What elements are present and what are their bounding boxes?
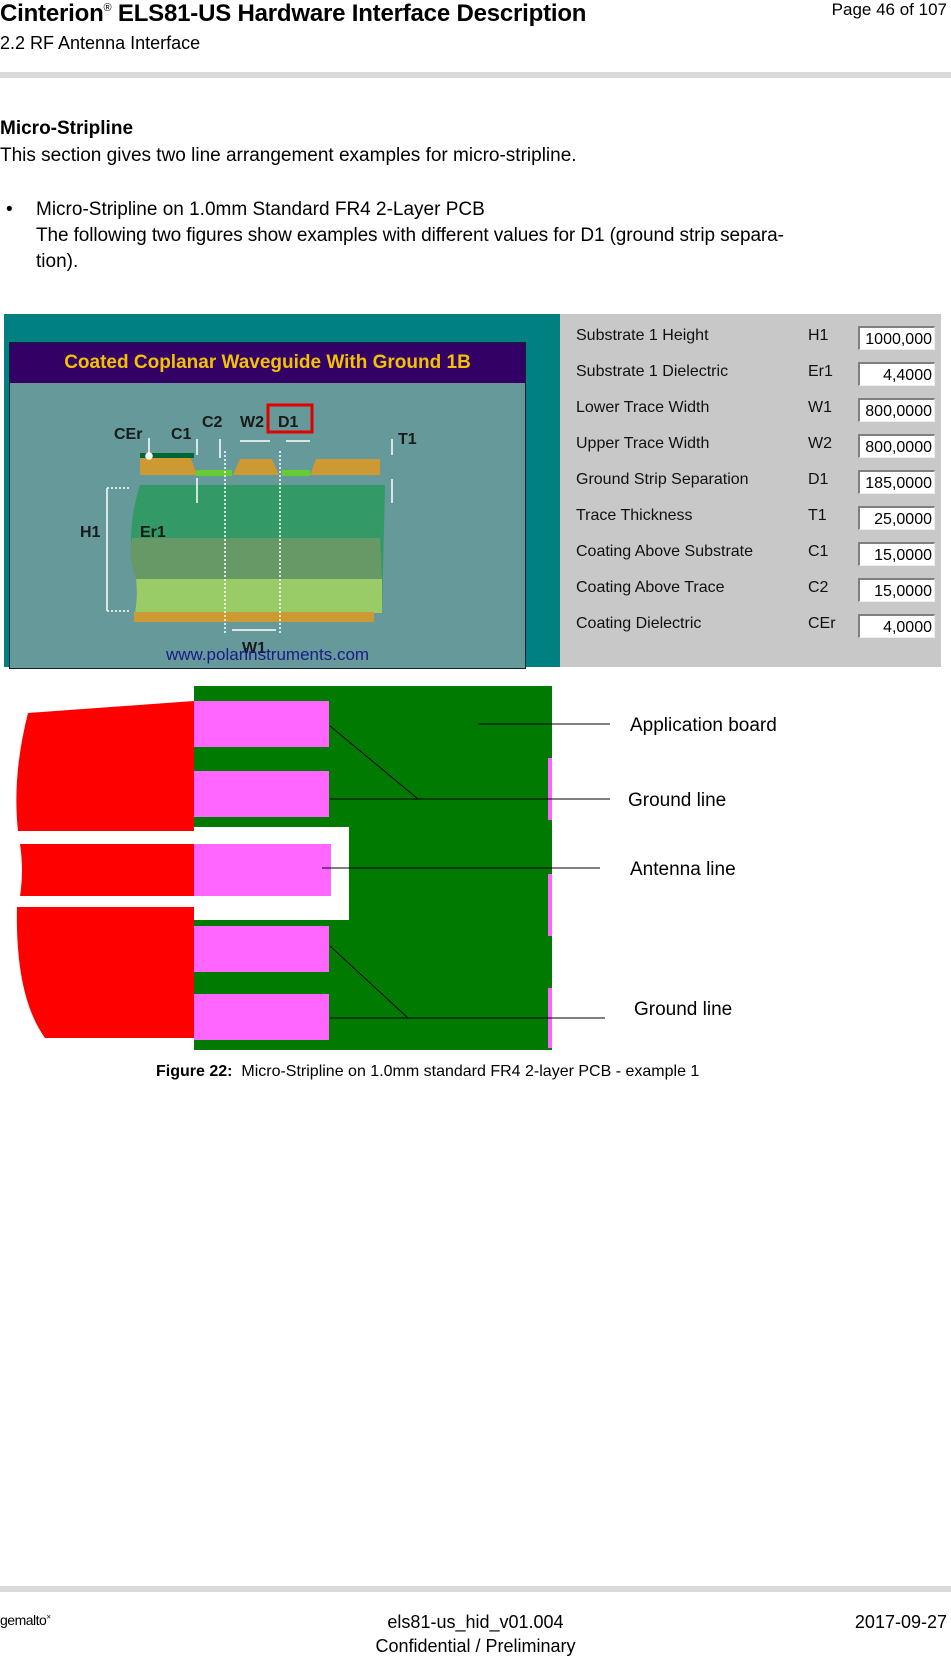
right-ground-strip	[310, 459, 380, 475]
label-c2: C2	[202, 414, 223, 431]
ground-pad-3	[194, 926, 329, 972]
parameter-label: Upper Trace Width	[576, 435, 710, 452]
signal-trace	[233, 459, 279, 475]
edge-pad-2	[548, 874, 552, 936]
parameter-value-field[interactable]: 4,0000	[858, 614, 935, 638]
parameter-value-field[interactable]: 800,0000	[858, 434, 935, 458]
parameter-symbol: C1	[808, 543, 829, 560]
parameter-symbol: W2	[808, 435, 832, 452]
parameter-row: Trace Thickness T1 25,0000	[560, 504, 941, 540]
parameter-row: Coating Above Trace C2 15,0000	[560, 576, 941, 612]
parameter-value-field[interactable]: 15,0000	[858, 542, 935, 566]
parameter-value-field[interactable]: 4,4000	[858, 362, 935, 386]
parameter-symbol: Er1	[808, 363, 833, 380]
diagram-panel: Coated Coplanar Waveguide With Ground 1B	[9, 342, 526, 669]
label-h1: H1	[80, 524, 101, 541]
ground-pad-2	[194, 771, 329, 817]
parameter-value-field[interactable]: 15,0000	[858, 578, 935, 602]
module-middle	[20, 844, 194, 896]
confidentiality-note: Confidential / Preliminary	[375, 1636, 576, 1656]
gap-coating-right	[282, 470, 310, 476]
parameter-value-field[interactable]: 25,0000	[858, 506, 935, 530]
title-rest: ELS81-US Hardware Interface Description	[111, 0, 587, 27]
bullet-marker: •	[6, 199, 13, 220]
parameter-symbol: CEr	[808, 615, 836, 632]
caption-label: Figure 22:	[156, 1063, 233, 1080]
waveguide-cross-section: CEr C1 C2 W2 D1 T1 H1 Er1 W1	[80, 403, 417, 657]
module-top	[16, 701, 195, 831]
pcb-layout-illustration: Application board Ground line Antenna li…	[16, 686, 777, 1050]
parameter-label: Substrate 1 Dielectric	[576, 363, 729, 380]
parameter-row: Lower Trace Width W1 800,0000	[560, 396, 941, 432]
figure-caption: Figure 22: Micro-Stripline on 1.0mm stan…	[156, 1063, 699, 1081]
label-t1: T1	[398, 431, 417, 448]
polar-url: www.polarinstruments.com	[165, 645, 370, 664]
bullet-text: The following two figures show examples …	[36, 225, 784, 246]
chapter-subtitle: 2.2 RF Antenna Interface	[0, 33, 201, 53]
antenna-pad	[194, 844, 331, 896]
parameter-label: Lower Trace Width	[576, 399, 710, 416]
label-er1: Er1	[140, 524, 166, 541]
bottom-ground-plane	[134, 612, 374, 622]
header-divider	[0, 72, 951, 78]
label-c1: C1	[171, 426, 192, 443]
parameter-label: Coating Dielectric	[576, 615, 702, 632]
document-title: Cinterion® ELS81-US Hardware Interface D…	[0, 0, 586, 28]
parameter-value-field[interactable]: 1000,000	[858, 326, 935, 350]
document-date: 2017-09-27	[854, 1612, 947, 1632]
gap-coating	[196, 470, 232, 476]
label-ground-line-bottom: Ground line	[634, 999, 732, 1020]
page-number: Page 46 of 107	[831, 0, 947, 19]
polar-calculator-diagram: Coated Coplanar Waveguide With Ground 1B	[4, 314, 560, 669]
parameter-label: Trace Thickness	[576, 507, 693, 524]
parameter-row: Coating Dielectric CEr 4,0000	[560, 612, 941, 648]
parameter-row: Substrate 1 Height H1 1000,000	[560, 324, 941, 360]
substrate-lower-layer	[135, 579, 382, 613]
section-intro: This section gives two line arrangement …	[0, 145, 577, 166]
parameter-symbol: H1	[808, 327, 829, 344]
parameter-symbol: D1	[808, 471, 829, 488]
parameter-label: Ground Strip Separation	[576, 471, 749, 488]
label-ground-line-top: Ground line	[628, 790, 726, 811]
parameter-panel: Substrate 1 Height H1 1000,000 Substrate 1 …	[560, 314, 941, 667]
footer-divider	[0, 1586, 951, 1592]
parameter-row: Upper Trace Width W2 800,0000	[560, 432, 941, 468]
label-w2: W2	[240, 414, 264, 431]
parameter-label: Coating Above Trace	[576, 579, 725, 596]
ground-pad-1	[194, 701, 329, 747]
parameter-row: Substrate 1 Dielectric Er1 4,4000	[560, 360, 941, 396]
edge-pad-1	[548, 758, 552, 820]
caption-text: Micro-Stripline on 1.0mm standard FR4 2-…	[232, 1063, 700, 1080]
parameter-symbol: T1	[808, 507, 827, 524]
parameter-symbol: W1	[808, 399, 832, 416]
label-d1: D1	[278, 414, 299, 431]
parameter-label: Coating Above Substrate	[576, 543, 754, 560]
title-brand: Cinterion	[0, 0, 104, 27]
parameter-label: Substrate 1 Height	[576, 327, 709, 344]
module-bottom	[16, 907, 194, 1038]
label-cer: CEr	[114, 426, 142, 443]
document-id: els81-us_hid_v01.004	[387, 1612, 564, 1632]
ground-pad-4	[194, 994, 329, 1040]
bullet-text-continued: tion).	[36, 251, 79, 272]
section-title: Micro-Stripline	[0, 118, 134, 139]
parameter-value-field[interactable]: 800,0000	[858, 398, 935, 422]
parameter-row: Ground Strip Separation D1 185,0000	[560, 468, 941, 504]
parameter-value-field[interactable]: 185,0000	[858, 470, 935, 494]
label-antenna-line: Antenna line	[630, 859, 736, 880]
parameter-symbol: C2	[808, 579, 829, 596]
label-application-board: Application board	[630, 715, 777, 736]
bullet-title: Micro-Stripline on 1.0mm Standard FR4 2-…	[36, 199, 485, 220]
parameter-row: Coating Above Substrate C1 15,0000	[560, 540, 941, 576]
substrate-mid-layer	[130, 538, 382, 579]
registered-mark: ®	[103, 2, 112, 14]
